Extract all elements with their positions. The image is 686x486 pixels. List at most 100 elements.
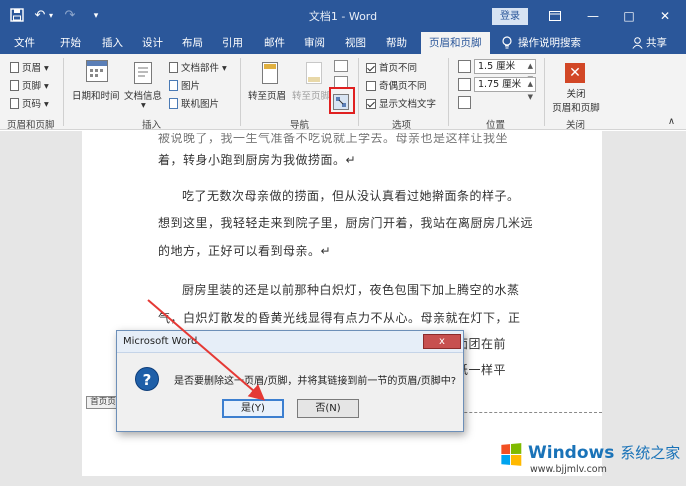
date-time-button[interactable]: 日期和时间: [72, 88, 120, 102]
footer-from-bottom-field[interactable]: 1.75 厘米 ▲ ▼: [474, 77, 536, 101]
group-label-options: 选项: [392, 120, 412, 131]
tab-view[interactable]: 视图: [345, 32, 366, 54]
watermark-title: Windows 系统之家: [528, 442, 680, 463]
page-number-button[interactable]: 页码 ▾: [10, 96, 49, 110]
watermark-url: www.bjjmlv.com: [530, 464, 607, 475]
footer-button[interactable]: 页脚 ▾: [10, 78, 49, 92]
tab-review[interactable]: 审阅: [304, 32, 325, 54]
paragraph-line: 气，白炽灯散发的昏黄光线显得有点力不从心。母亲就在灯下，正: [158, 311, 521, 325]
goto-header-icon[interactable]: [262, 62, 278, 84]
dialog-close-button[interactable]: x: [423, 334, 461, 349]
paragraph-line: 吃了无数次母亲做的捞面，但从没认真看过她擀面条的样子。: [182, 189, 520, 203]
footer-label: 页脚: [22, 81, 42, 92]
person-icon: [632, 37, 643, 49]
different-odd-even-label: 奇偶页不同: [379, 81, 427, 92]
tab-mailings[interactable]: 邮件: [264, 32, 285, 54]
show-document-text-label: 显示文档文字: [379, 99, 437, 110]
footer-position-icon: [458, 78, 471, 91]
close-button-line1: 关闭: [566, 89, 586, 100]
separator: [240, 58, 241, 126]
checkbox-unchecked: [366, 81, 376, 91]
close-button-line2: 页眉和页脚: [552, 103, 600, 114]
close-header-footer-button[interactable]: 关闭 页眉和页脚: [550, 86, 602, 114]
page-number-label: 页码: [22, 99, 42, 110]
ribbon-display-options-icon[interactable]: [540, 6, 570, 26]
document-parts-label: 文档部件: [181, 63, 220, 74]
calendar-icon[interactable]: [86, 60, 108, 82]
paragraph-line: 厨房里装的还是以前那种白炽灯，夜色包围下加上腾空的水蒸: [182, 283, 520, 297]
minimize-button[interactable]: —: [578, 6, 608, 26]
question-icon: ?: [135, 367, 159, 391]
close-header-footer-icon[interactable]: ✕: [565, 63, 585, 83]
ribbon-tabs: 文件 开始 插入 设计 布局 引用 邮件 审阅 视图 帮助 页眉和页脚 操作说明…: [0, 32, 686, 54]
online-picture-label: 联机图片: [181, 99, 220, 110]
document-info-icon[interactable]: [134, 62, 152, 84]
paragraph-line: 想到这里，我轻轻走来到院子里，厨房门开着，我站在离厨房几米远: [158, 216, 534, 230]
logo-pane: [511, 443, 522, 454]
different-first-page-label: 首页不同: [379, 63, 418, 74]
tab-help[interactable]: 帮助: [386, 32, 407, 54]
checkbox-checked: [366, 99, 376, 109]
no-button[interactable]: 否(N): [297, 399, 359, 418]
close-window-button[interactable]: ✕: [650, 6, 680, 26]
watermark-title-cn: 系统之家: [620, 444, 681, 462]
insert-alignment-tab-icon[interactable]: [458, 96, 471, 109]
online-picture-button[interactable]: 联机图片: [169, 96, 219, 110]
yes-button[interactable]: 是(Y): [222, 399, 284, 418]
group-label-close: 关闭: [566, 120, 586, 131]
goto-footer-button: 转至页脚: [292, 91, 331, 102]
group-label-insert: 插入: [142, 120, 162, 131]
goto-header-button[interactable]: 转至页眉: [248, 88, 286, 102]
tab-layout[interactable]: 布局: [182, 32, 203, 54]
tell-me-search[interactable]: 操作说明搜索: [518, 32, 581, 54]
highlight-box: [329, 87, 355, 114]
maximize-button[interactable]: □: [614, 6, 644, 26]
different-odd-even-checkbox[interactable]: 奇偶页不同: [366, 78, 427, 92]
tab-insert[interactable]: 插入: [102, 32, 123, 54]
different-first-page-checkbox[interactable]: 首页不同: [366, 60, 417, 74]
logo-pane: [511, 455, 522, 466]
goto-footer-icon: [306, 62, 322, 84]
document-info-dropdown-icon[interactable]: ▾: [141, 100, 146, 111]
header-icon: [10, 62, 19, 73]
separator: [448, 58, 449, 126]
logo-pane: [501, 455, 511, 465]
header-button[interactable]: 页眉 ▾: [10, 60, 49, 74]
online-picture-icon: [169, 98, 178, 109]
dialog-message: 是否要删除这一页眉/页脚，并将其链接到前一节的页眉/页脚中?: [174, 376, 457, 387]
login-button[interactable]: 登录: [492, 8, 528, 25]
lightbulb-icon: [502, 36, 512, 50]
footer-from-bottom-value: 1.75 厘米: [478, 79, 522, 90]
checkbox-checked: [366, 63, 376, 73]
dialog-title: Microsoft Word: [117, 331, 463, 353]
header-from-top-field[interactable]: 1.5 厘米▲▼: [474, 59, 536, 83]
collapse-ribbon-icon[interactable]: ∧: [668, 116, 675, 127]
paragraph-line: 着，转身小跑到厨房为我做捞面。↵: [158, 153, 357, 167]
picture-icon: [169, 80, 178, 91]
tab-file[interactable]: 文件: [14, 32, 35, 54]
previous-section-icon[interactable]: [334, 60, 348, 72]
group-label-header-footer: 页眉和页脚: [7, 120, 55, 131]
watermark-title-en: Windows: [528, 443, 615, 463]
spinner-arrows-icon[interactable]: ▲▼: [528, 78, 533, 104]
header-position-icon: [458, 60, 471, 73]
tab-references[interactable]: 引用: [222, 32, 243, 54]
tab-header-footer[interactable]: 页眉和页脚: [421, 32, 490, 54]
picture-button[interactable]: 图片: [169, 78, 200, 92]
group-label-navigation: 导航: [290, 120, 310, 131]
header-section-tag: 首页页: [86, 396, 120, 409]
document-parts-button[interactable]: 文档部件 ▾: [169, 60, 227, 74]
separator: [63, 58, 64, 126]
tab-home[interactable]: 开始: [60, 32, 81, 54]
header-from-top-value: 1.5 厘米: [478, 61, 516, 72]
windows-logo-icon: [501, 443, 522, 467]
document-parts-icon: [169, 62, 178, 73]
picture-label: 图片: [181, 81, 201, 92]
page-number-icon: [10, 98, 19, 109]
tab-design[interactable]: 设计: [142, 32, 163, 54]
header-label: 页眉: [22, 63, 42, 74]
show-document-text-checkbox[interactable]: 显示文档文字: [366, 96, 436, 110]
separator: [544, 58, 545, 126]
title-bar: ↶ ▾ ↷ ▾ 文档1 - Word 登录 — □ ✕: [0, 0, 686, 32]
share-button[interactable]: 共享: [646, 32, 667, 54]
